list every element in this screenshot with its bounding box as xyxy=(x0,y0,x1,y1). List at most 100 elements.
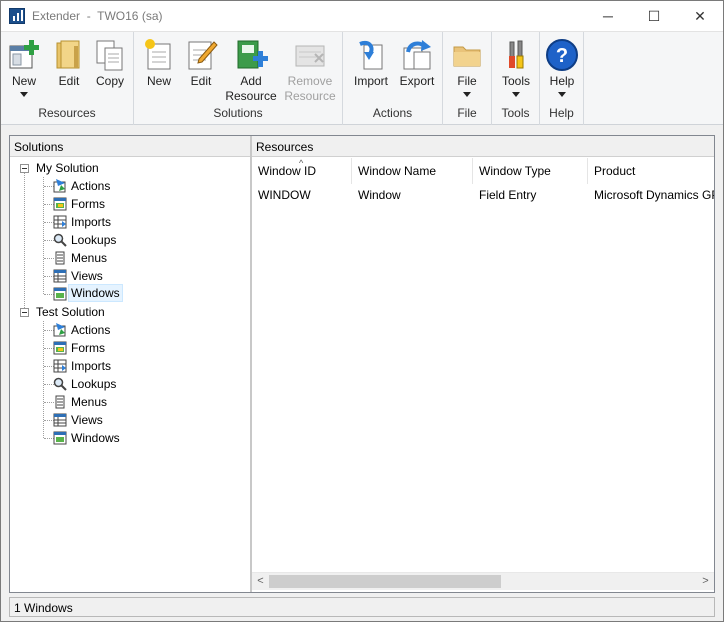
forms-icon xyxy=(53,341,67,355)
scroll-right-arrow[interactable]: > xyxy=(697,573,714,590)
app-window: Extender - TWO16 (sa) ─ ☐ ✕ New Edit Cop… xyxy=(0,0,724,622)
import-label: Import xyxy=(353,74,388,88)
title-bar: Extender - TWO16 (sa) ─ ☐ ✕ xyxy=(1,1,723,31)
ribbon-group-label-solutions: Solutions xyxy=(213,106,263,120)
views-icon xyxy=(53,413,67,427)
help-menu-label: Help xyxy=(549,74,575,88)
resources-edit-label: Edit xyxy=(58,74,80,88)
imports-icon xyxy=(53,359,67,373)
ribbon-group-label-resources: Resources xyxy=(38,106,96,120)
collapse-toggle-my-solution[interactable] xyxy=(20,164,29,173)
menus-icon xyxy=(55,395,65,409)
import-icon xyxy=(359,41,383,70)
new-resource-icon xyxy=(9,40,39,69)
add-resource-label-line1: Add xyxy=(240,74,262,88)
resources-panel-header: Resources xyxy=(252,136,714,157)
add-resource-icon xyxy=(237,40,268,69)
cell-product: Microsoft Dynamics GP xyxy=(594,188,714,202)
cell-window-type: Field Entry xyxy=(479,188,537,202)
column-header-label: Window ID xyxy=(258,164,317,178)
resources-new-label: New xyxy=(11,74,36,88)
import-button[interactable]: Import xyxy=(349,34,393,104)
windows-icon xyxy=(53,431,67,445)
windows-icon xyxy=(53,287,67,301)
resources-new-button[interactable]: New xyxy=(5,34,43,104)
copy-icon xyxy=(96,40,123,71)
chevron-down-icon xyxy=(512,92,520,97)
column-header-window-type[interactable]: Window Type xyxy=(473,158,588,184)
tools-menu-button[interactable]: Tools xyxy=(495,34,537,104)
ribbon-group-actions: Import Export Actions xyxy=(343,32,443,125)
resources-copy-button[interactable]: Copy xyxy=(89,34,131,104)
extender-app-icon xyxy=(9,8,25,24)
solutions-new-button[interactable]: New xyxy=(139,34,179,104)
remove-resource-label-line1: Remove xyxy=(287,74,333,88)
status-text: 1 Windows xyxy=(14,601,73,615)
tree-item-label: Actions xyxy=(71,323,111,337)
add-resource-label: Add Resource xyxy=(223,74,279,104)
ribbon-group-label-help: Help xyxy=(549,106,574,120)
chevron-down-icon xyxy=(20,92,28,97)
tree-item-label: Forms xyxy=(71,197,105,211)
resources-edit-button[interactable]: Edit xyxy=(49,34,89,104)
solutions-new-label: New xyxy=(146,74,171,88)
help-icon: ? xyxy=(546,39,578,71)
tools-menu-label: Tools xyxy=(501,74,530,88)
edit-solution-icon xyxy=(188,41,218,70)
tree-item-label: Imports xyxy=(71,215,112,229)
column-header-window-id[interactable]: ^ Window ID xyxy=(252,158,352,184)
imports-icon xyxy=(53,215,67,229)
maximize-button[interactable]: ☐ xyxy=(631,1,677,31)
tree-item-label: Windows xyxy=(71,431,120,445)
tree-connector xyxy=(24,168,25,316)
resources-list: ^ Window ID Window Name Window Type Prod… xyxy=(252,158,714,592)
column-header-label: Window Type xyxy=(479,164,551,178)
remove-resource-icon xyxy=(295,45,325,67)
lookups-icon xyxy=(53,233,67,247)
lookups-icon xyxy=(53,377,67,391)
export-button[interactable]: Export xyxy=(395,34,439,104)
menus-icon xyxy=(55,251,65,265)
ribbon-group-help: ? Help Help xyxy=(540,32,584,125)
minimize-button[interactable]: ─ xyxy=(585,1,631,31)
export-icon xyxy=(403,40,431,70)
cell-window-id: WINDOW xyxy=(258,188,311,202)
chevron-down-icon xyxy=(463,92,471,97)
add-resource-button[interactable]: Add Resource xyxy=(223,34,279,104)
folder-icon xyxy=(453,46,481,67)
views-icon xyxy=(53,269,67,283)
collapse-toggle-test-solution[interactable] xyxy=(20,308,29,317)
ribbon-group-tools: Tools Tools xyxy=(492,32,540,125)
tree-node-label: My Solution xyxy=(36,161,99,175)
add-resource-label-line2: Resource xyxy=(225,89,277,103)
solutions-panel-header: Solutions xyxy=(10,136,251,157)
svg-text:?: ? xyxy=(556,45,568,67)
ribbon-group-label-actions: Actions xyxy=(372,106,413,120)
tree-item-label: Views xyxy=(71,269,103,283)
forms-icon xyxy=(53,197,67,211)
tools-icon xyxy=(509,40,524,69)
help-menu-button[interactable]: ? Help xyxy=(541,34,583,104)
file-menu-button[interactable]: File xyxy=(446,34,488,104)
ribbon-group-label-tools: Tools xyxy=(501,106,530,120)
tree-item-label: Menus xyxy=(71,395,108,409)
scrollbar-thumb[interactable] xyxy=(269,575,501,588)
actions-icon xyxy=(53,179,66,193)
tree-item-label: Views xyxy=(71,413,103,427)
resources-copy-label: Copy xyxy=(95,74,124,88)
ribbon: New Edit Copy Resources New Edit Add Res… xyxy=(1,31,723,125)
remove-resource-button[interactable]: Remove Resource xyxy=(281,34,339,104)
column-header-window-name[interactable]: Window Name xyxy=(352,158,473,184)
tree-item-label: Forms xyxy=(71,341,105,355)
tree-item-label: Menus xyxy=(71,251,108,265)
scroll-left-arrow[interactable]: < xyxy=(252,573,269,590)
tree-item-label: Actions xyxy=(71,179,111,193)
solutions-edit-button[interactable]: Edit xyxy=(181,34,221,104)
horizontal-scrollbar[interactable]: < > xyxy=(252,572,714,590)
export-label: Export xyxy=(399,74,435,88)
close-button[interactable]: ✕ xyxy=(677,1,723,31)
file-menu-label: File xyxy=(457,74,477,88)
tree-item-label: Lookups xyxy=(71,233,117,247)
ribbon-group-solutions: New Edit Add Resource Remove Resource So… xyxy=(134,32,343,125)
column-header-product[interactable]: Product xyxy=(588,158,714,184)
